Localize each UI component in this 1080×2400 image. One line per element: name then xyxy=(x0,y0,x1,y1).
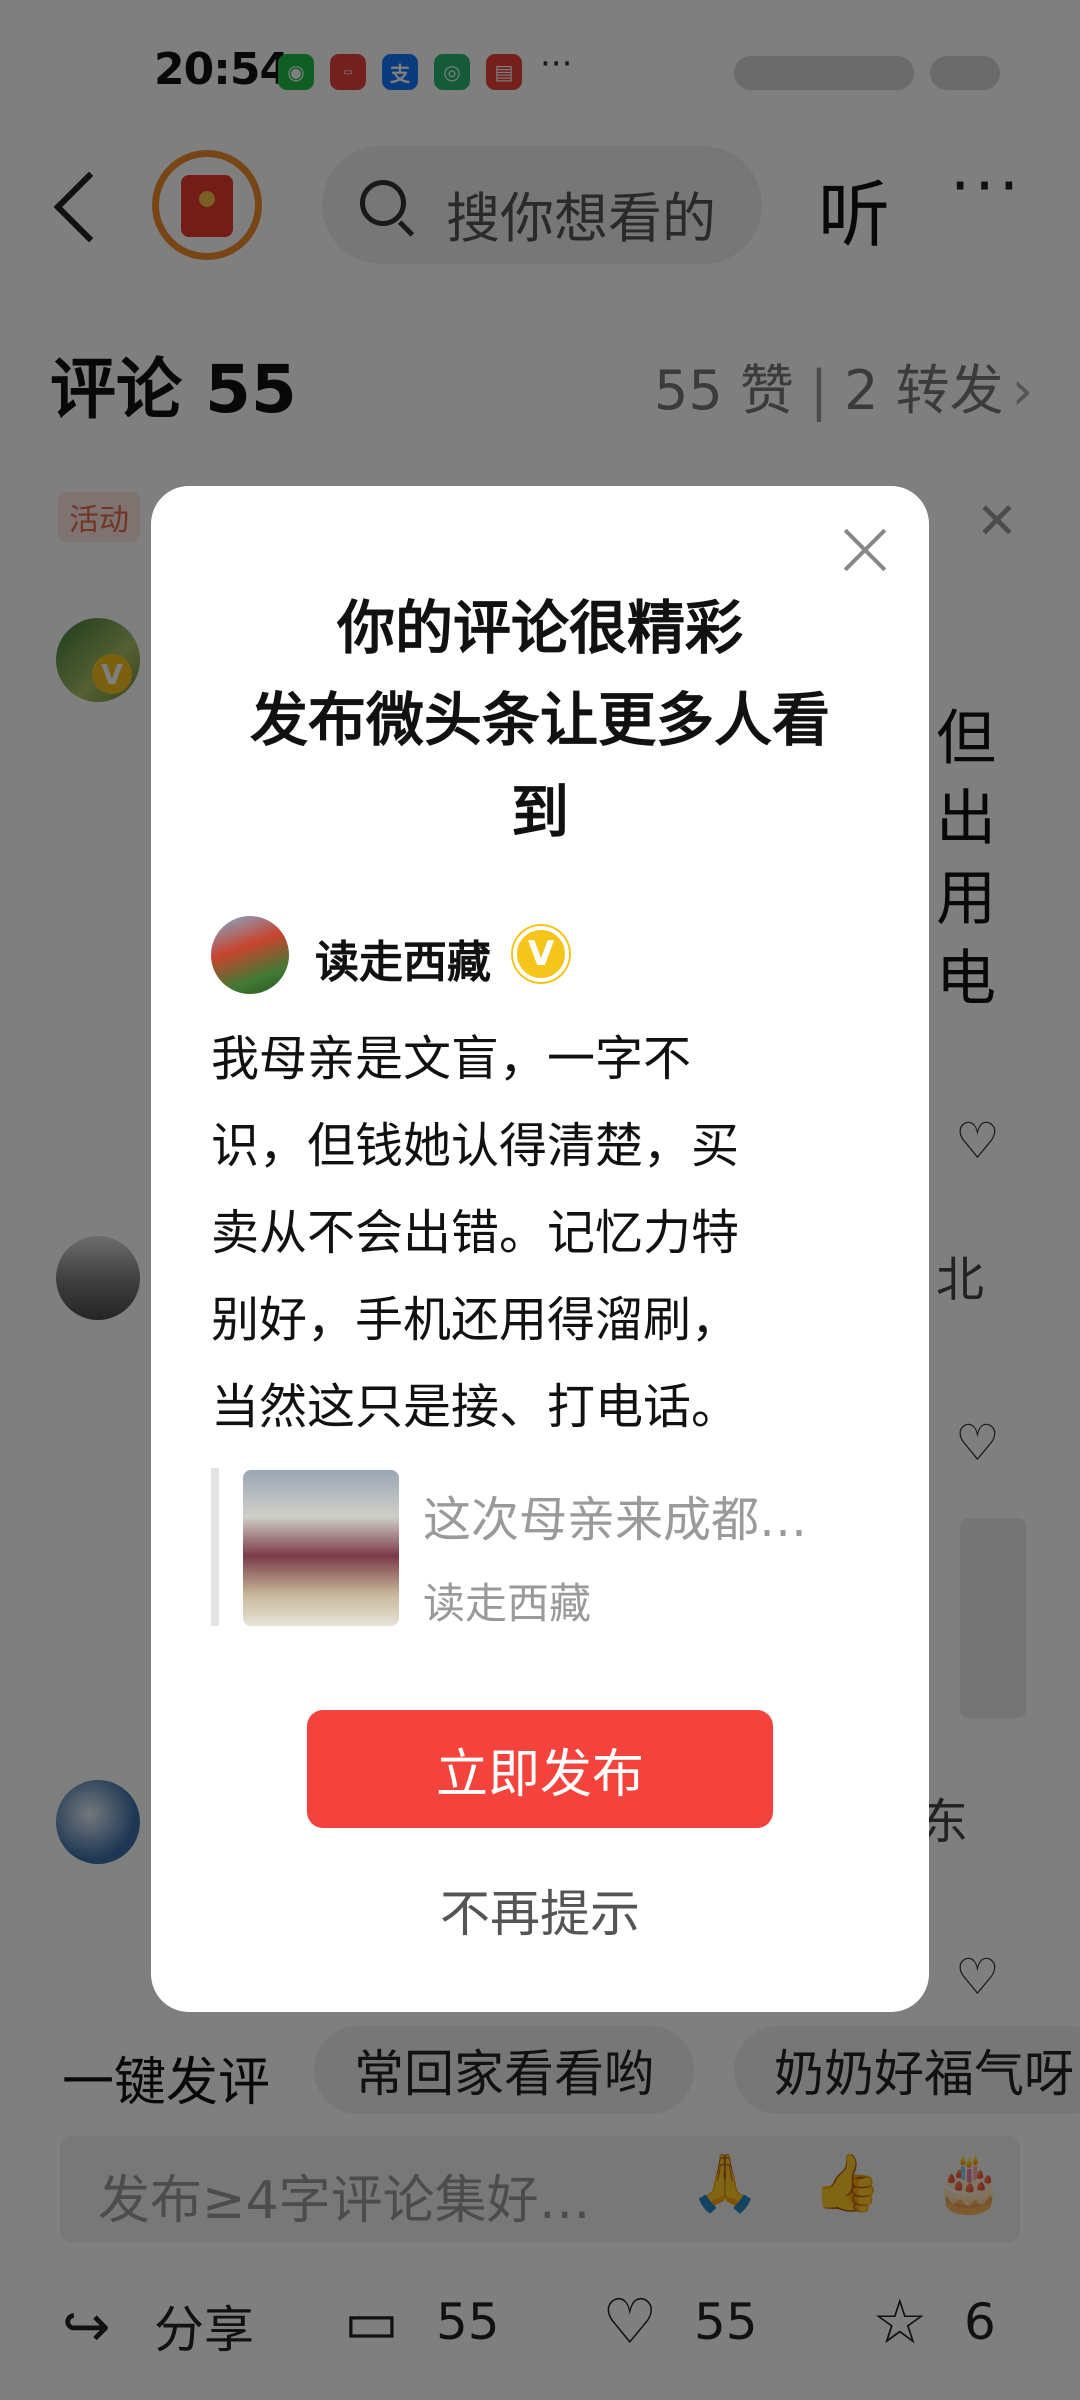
quote-thumbnail xyxy=(243,1470,399,1626)
author-avatar xyxy=(211,916,289,994)
dialog-title-line: 到 xyxy=(510,778,569,846)
dont-remind-button[interactable]: 不再提示 xyxy=(151,1874,929,1946)
dialog-title-line: 发布微头条让更多人看 xyxy=(249,686,830,754)
verified-icon: V xyxy=(513,926,569,982)
post-body-line: 当然这只是接、打电话。 xyxy=(211,1379,740,1435)
post-body-line: 我母亲是文盲，一字不 xyxy=(211,1031,692,1087)
quote-divider xyxy=(211,1468,219,1626)
quote-title: 这次母亲来成都… xyxy=(423,1492,808,1548)
publish-dialog: 你的评论很精彩 发布微头条让更多人看 到 读走西藏 V 我母亲是文盲，一字不 识… xyxy=(151,486,929,2012)
post-body-line: 卖从不会出错。记忆力特 xyxy=(211,1205,740,1261)
author-name: 读走西藏 xyxy=(315,937,491,988)
post-body-line: 识，但钱她认得清楚，买 xyxy=(211,1118,740,1174)
dialog-title-line: 你的评论很精彩 xyxy=(336,594,743,662)
close-icon[interactable] xyxy=(841,526,889,574)
dialog-title: 你的评论很精彩 发布微头条让更多人看 到 xyxy=(191,582,889,858)
publish-now-button[interactable]: 立即发布 xyxy=(307,1710,773,1828)
post-body-line: 别好，手机还用得溜刷， xyxy=(211,1292,740,1348)
quote-author: 读走西藏 xyxy=(423,1579,592,1628)
post-body: 我母亲是文盲，一字不 识，但钱她认得清楚，买 卖从不会出错。记忆力特 别好，手机… xyxy=(211,1016,851,1451)
